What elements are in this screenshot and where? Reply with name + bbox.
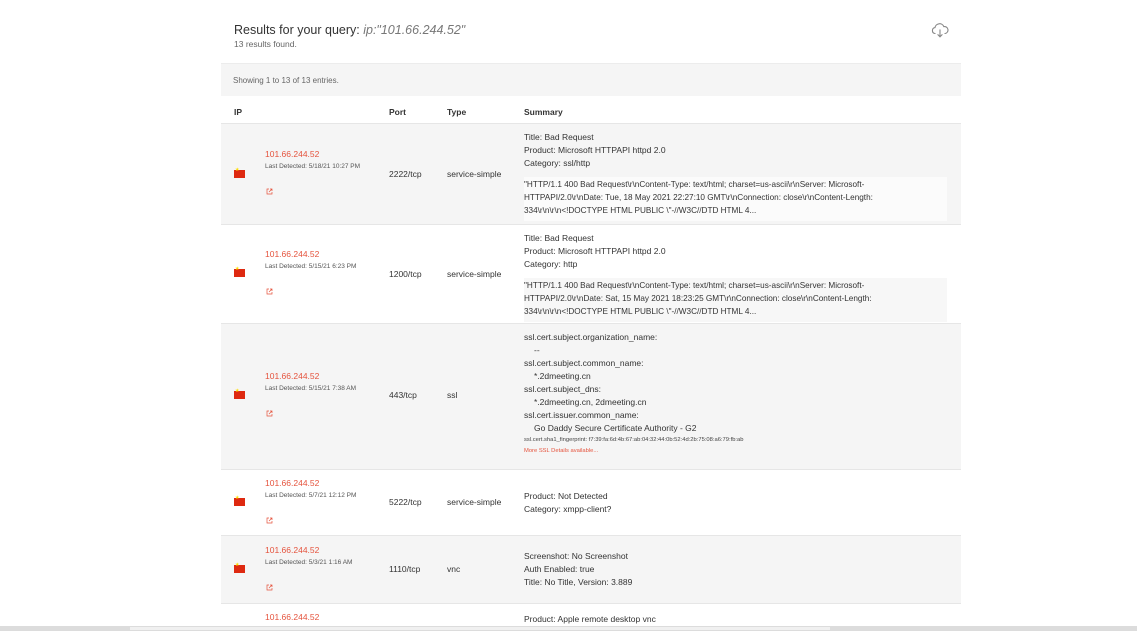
ssl-issuer-value: Go Daddy Secure Certificate Authority - … <box>534 423 697 433</box>
ip-link[interactable]: 101.66.244.52 <box>265 612 319 622</box>
ssl-dns-label: ssl.cert.subject_dns: <box>524 384 602 394</box>
table-row: 101.66.244.52 Last Detected: 5/7/21 12:1… <box>221 470 961 536</box>
results-header: Results for your query: ip:"101.66.244.5… <box>221 0 961 64</box>
china-flag-icon <box>234 562 245 573</box>
title-prefix: Results for your query: <box>234 23 364 37</box>
summary-line: Product: Apple remote desktop vnc <box>524 614 656 624</box>
service-type: vnc <box>447 564 461 574</box>
summary-line: Category: xmpp-client? <box>524 504 612 514</box>
summary: Product: Apple remote desktop vnc <box>524 613 947 626</box>
ssl-org-label: ssl.cert.subject.organization_name: <box>524 332 658 342</box>
table-header: IP Port Type Summary <box>221 96 961 124</box>
table-row: 101.66.244.52 Last Detected: 5/15/21 6:2… <box>221 225 961 324</box>
results-title: Results for your query: ip:"101.66.244.5… <box>234 23 465 37</box>
china-flag-icon <box>234 495 245 506</box>
ip-link[interactable]: 101.66.244.52 <box>265 249 319 259</box>
scrollbar-thumb[interactable] <box>130 627 830 630</box>
summary-line: Title: No Title, Version: 3.889 <box>524 577 633 587</box>
table-row: 101.66.244.52 Last Detected: 5/18/21 10:… <box>221 124 961 225</box>
summary-line: Title: Bad Request <box>524 233 594 243</box>
summary-line: Category: ssl/http <box>524 158 591 168</box>
last-detected: Last Detected: 5/3/21 1:16 AM <box>265 559 353 566</box>
china-flag-icon <box>234 388 245 399</box>
port: 2222/tcp <box>389 169 422 179</box>
table-row: 101.66.244.52 Last Detected: 5/3/21 1:16… <box>221 536 961 604</box>
summary-line: Product: Not Detected <box>524 491 608 501</box>
port: 443/tcp <box>389 390 417 400</box>
column-header-ip[interactable]: IP <box>234 107 242 117</box>
ip-link[interactable]: 101.66.244.52 <box>265 545 319 555</box>
ip-link[interactable]: 101.66.244.52 <box>265 478 319 488</box>
column-header-port[interactable]: Port <box>389 107 406 117</box>
more-ssl-details-link[interactable]: More SSL Details available... <box>524 445 947 457</box>
service-type: service-simple <box>447 497 502 507</box>
last-detected: Last Detected: 5/15/21 7:38 AM <box>265 385 357 392</box>
ssl-fingerprint: ssl.cert.sha1_fingerprint: f7:39:fa:6d:4… <box>524 437 744 443</box>
external-link-icon[interactable] <box>266 410 273 417</box>
summary-line: Product: Microsoft HTTPAPI httpd 2.0 <box>524 145 666 155</box>
service-type: service-simple <box>447 269 502 279</box>
port: 5222/tcp <box>389 497 422 507</box>
summary: Title: Bad Request Product: Microsoft HT… <box>524 131 947 221</box>
summary: Title: Bad Request Product: Microsoft HT… <box>524 232 947 322</box>
results-panel: Results for your query: ip:"101.66.244.5… <box>221 0 961 631</box>
summary: Screenshot: No Screenshot Auth Enabled: … <box>524 550 947 589</box>
external-link-icon[interactable] <box>266 584 273 591</box>
ssl-cn-label: ssl.cert.subject.common_name: <box>524 358 644 368</box>
summary-line: Category: http <box>524 259 578 269</box>
horizontal-scrollbar[interactable] <box>0 626 1137 631</box>
banner-text: "HTTP/1.1 400 Bad Request\r\nContent-Typ… <box>524 278 947 322</box>
ssl-issuer-label: ssl.cert.issuer.common_name: <box>524 410 639 420</box>
service-type: service-simple <box>447 169 502 179</box>
cloud-download-icon[interactable] <box>931 22 949 38</box>
service-type: ssl <box>447 390 458 400</box>
last-detected: Last Detected: 5/15/21 6:23 PM <box>265 263 357 270</box>
column-header-type[interactable]: Type <box>447 107 466 117</box>
summary: Product: Not Detected Category: xmpp-cli… <box>524 490 947 516</box>
last-detected: Last Detected: 5/18/21 10:27 PM <box>265 163 361 170</box>
ssl-summary: ssl.cert.subject.organization_name: -- s… <box>524 331 947 457</box>
ssl-dns-value: *.2dmeeting.cn, 2dmeeting.cn <box>534 397 647 407</box>
results-count: 13 results found. <box>234 39 297 49</box>
ssl-cn-value: *.2dmeeting.cn <box>534 371 591 381</box>
summary-line: Title: Bad Request <box>524 132 594 142</box>
query-text: ip:"101.66.244.52" <box>363 23 466 37</box>
entries-info: Showing 1 to 13 of 13 entries. <box>221 64 961 96</box>
china-flag-icon <box>234 167 245 178</box>
external-link-icon[interactable] <box>266 517 273 524</box>
external-link-icon[interactable] <box>266 288 273 295</box>
summary-line: Screenshot: No Screenshot <box>524 551 628 561</box>
ip-link[interactable]: 101.66.244.52 <box>265 149 319 159</box>
ssl-org-value: -- <box>534 345 540 355</box>
column-header-summary[interactable]: Summary <box>524 107 563 117</box>
ip-link[interactable]: 101.66.244.52 <box>265 371 319 381</box>
summary-line: Product: Microsoft HTTPAPI httpd 2.0 <box>524 246 666 256</box>
banner-text: "HTTP/1.1 400 Bad Request\r\nContent-Typ… <box>524 177 947 221</box>
external-link-icon[interactable] <box>266 188 273 195</box>
china-flag-icon <box>234 266 245 277</box>
port: 1200/tcp <box>389 269 422 279</box>
summary-line: Auth Enabled: true <box>524 564 595 574</box>
last-detected: Last Detected: 5/7/21 12:12 PM <box>265 492 357 499</box>
table-row: 101.66.244.52 Last Detected: 5/15/21 7:3… <box>221 324 961 470</box>
port: 1110/tcp <box>389 564 421 574</box>
